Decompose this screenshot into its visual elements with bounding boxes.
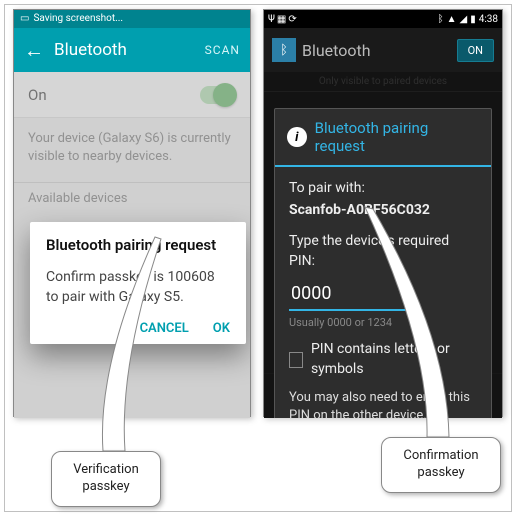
- app-bar: ᛒ Bluetooth ON: [264, 28, 502, 72]
- checkbox-label: PIN contains letters or symbols: [311, 340, 477, 379]
- wifi-icon: ▲: [447, 14, 457, 25]
- screenshot-icon: ▭: [20, 10, 29, 28]
- appbar-title: Bluetooth: [54, 40, 205, 60]
- pin-symbols-row[interactable]: PIN contains letters or symbols: [289, 340, 477, 379]
- debug-icon: ▦: [277, 14, 286, 25]
- dialog-message: Confirm passkey is 100608 to pair with G…: [46, 268, 230, 307]
- pairing-dialog: Bluetooth pairing request Confirm passke…: [30, 222, 246, 344]
- device-name: Scanfob-A0BF56C032: [289, 201, 477, 221]
- bluetooth-app-icon: ᛒ: [272, 38, 296, 62]
- phone-right: Ψ ▦ ⟳ ᛒ ▲ ◢ ▮ 4:38 ᛒ Bluetooth ON Only v…: [263, 9, 503, 417]
- pin-hint: Usually 0000 or 1234: [289, 315, 477, 330]
- dialog-title: Bluetooth pairing request: [315, 119, 479, 155]
- screen-body: Only visible to paired devices AVAILABLE…: [264, 72, 502, 418]
- status-bar: ▭ Saving screenshot...: [14, 10, 250, 28]
- checkbox-icon[interactable]: [289, 352, 303, 368]
- cancel-button[interactable]: CANCEL: [140, 321, 189, 336]
- dialog-header: i Bluetooth pairing request: [275, 109, 491, 167]
- clock-text: 4:38: [479, 14, 498, 25]
- callout-confirmation: Confirmation passkey: [381, 437, 501, 493]
- appbar-title: Bluetooth: [302, 41, 371, 60]
- battery-icon: ▮: [470, 14, 476, 25]
- status-text: Saving screenshot...: [33, 10, 123, 28]
- app-bar: ← Bluetooth SCAN: [14, 28, 250, 72]
- usb-icon: Ψ: [268, 14, 275, 25]
- phone-left: ▭ Saving screenshot... ← Bluetooth SCAN …: [13, 9, 251, 417]
- scan-button[interactable]: SCAN: [205, 43, 240, 57]
- sync-icon: ⟳: [288, 14, 296, 25]
- info-icon: i: [287, 127, 307, 147]
- signal-icon: ◢: [459, 14, 467, 25]
- bluetooth-on-switch[interactable]: ON: [457, 39, 494, 62]
- pin-prompt: Type the device's required PIN:: [289, 232, 477, 271]
- bluetooth-icon: ᛒ: [438, 14, 444, 25]
- screen-body: On Your device (Galaxy S6) is currently …: [14, 72, 250, 418]
- ok-button[interactable]: OK: [213, 321, 230, 336]
- pair-with-label: To pair with:: [289, 179, 477, 199]
- back-icon[interactable]: ←: [24, 38, 44, 63]
- diagram-frame: ▭ Saving screenshot... ← Bluetooth SCAN …: [4, 4, 512, 512]
- pin-note: You may also need to enter this PIN on t…: [289, 389, 477, 418]
- status-bar: Ψ ▦ ⟳ ᛒ ▲ ◢ ▮ 4:38: [264, 10, 502, 28]
- callout-verification: Verification passkey: [51, 451, 161, 507]
- dialog-title: Bluetooth pairing request: [46, 236, 230, 254]
- pairing-dialog: i Bluetooth pairing request To pair with…: [274, 108, 492, 418]
- pin-input[interactable]: 0000: [289, 281, 421, 310]
